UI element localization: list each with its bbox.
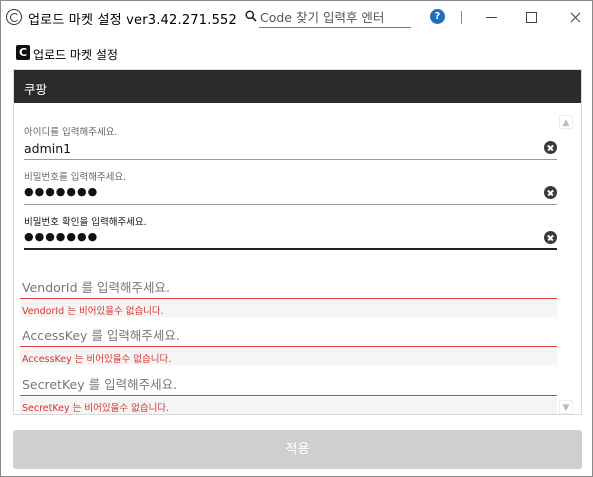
close-button[interactable] [552, 1, 593, 33]
password-confirm-field[interactable]: 비밀번호 확인을 입력해주세요. ●●●●●●● [24, 214, 557, 252]
window-title: 업로드 마켓 설정 ver3.42.271.552 [28, 13, 237, 28]
access-key-error-text: AccessKey 는 비어있을수 없습니다. [22, 354, 172, 365]
id-underline [24, 159, 557, 160]
id-label: 아이디를 입력해주세요. [24, 127, 118, 138]
clear-icon[interactable] [544, 231, 557, 244]
password-field[interactable]: 비밀번호를 입력해주세요. ●●●●●●● [24, 169, 557, 207]
scroll-up-icon[interactable]: ▲ [559, 115, 573, 129]
secret-key-error: SecretKey 는 비어있을수 없습니다. [20, 397, 557, 414]
titlebar-divider [461, 11, 462, 24]
password-underline [24, 204, 557, 205]
vendor-id-underline [20, 298, 557, 299]
password-label: 비밀번호를 입력해주세요. [24, 172, 127, 183]
password-confirm-label: 비밀번호 확인을 입력해주세요. [24, 217, 147, 228]
code-search [245, 7, 411, 29]
password-confirm-underline [24, 248, 557, 250]
section-title: 업로드 마켓 설정 [33, 48, 118, 62]
secret-key-error-text: SecretKey 는 비어있을수 없습니다. [22, 403, 170, 414]
vendor-id-input[interactable]: VendorId 를 입력해주세요. [22, 277, 170, 296]
maximize-button[interactable] [509, 1, 555, 33]
vendor-id-error: VendorId 는 비어있을수 없습니다. [20, 300, 557, 317]
clear-icon[interactable] [544, 186, 557, 199]
access-key-field[interactable]: AccessKey 를 입력해주세요. AccessKey 는 비어있을수 없습… [20, 325, 557, 365]
password-input[interactable]: ●●●●●●● [24, 185, 98, 198]
help-icon[interactable]: ? [430, 9, 445, 24]
secret-key-input[interactable]: SecretKey 를 입력해주세요. [22, 374, 177, 393]
scroll-down-icon[interactable]: ▼ [559, 400, 573, 414]
access-key-underline [20, 346, 557, 347]
coupang-logo-icon: C [16, 45, 30, 60]
id-field[interactable]: 아이디를 입력해주세요. admin1 [24, 124, 557, 162]
vendor-id-field[interactable]: VendorId 를 입력해주세요. VendorId 는 비어있을수 없습니다… [20, 277, 557, 317]
access-key-error: AccessKey 는 비어있을수 없습니다. [20, 348, 557, 365]
settings-window: 업로드 마켓 설정 ver3.42.271.552 ? C 업로드 마켓 설정 … [0, 0, 593, 477]
coupang-panel: 쿠팡 아이디를 입력해주세요. admin1 비밀번호를 입력해주세요. ●●●… [13, 69, 582, 415]
access-key-input[interactable]: AccessKey 를 입력해주세요. [22, 325, 180, 344]
vendor-id-error-text: VendorId 는 비어있을수 없습니다. [22, 306, 164, 317]
clear-icon[interactable] [544, 141, 557, 154]
search-icon [245, 10, 257, 22]
id-input[interactable]: admin1 [24, 141, 71, 156]
panel-header: 쿠팡 [14, 70, 581, 103]
code-search-input[interactable] [259, 7, 411, 28]
title-bar: 업로드 마켓 설정 ver3.42.271.552 ? [1, 1, 592, 33]
secret-key-field[interactable]: SecretKey 를 입력해주세요. SecretKey 는 비어있을수 없습… [20, 374, 557, 414]
password-confirm-input[interactable]: ●●●●●●● [24, 230, 98, 243]
apply-button[interactable]: 적용 [13, 430, 582, 469]
market-name: 쿠팡 [24, 82, 48, 97]
app-logo-icon [6, 9, 22, 25]
secret-key-underline [20, 395, 557, 396]
